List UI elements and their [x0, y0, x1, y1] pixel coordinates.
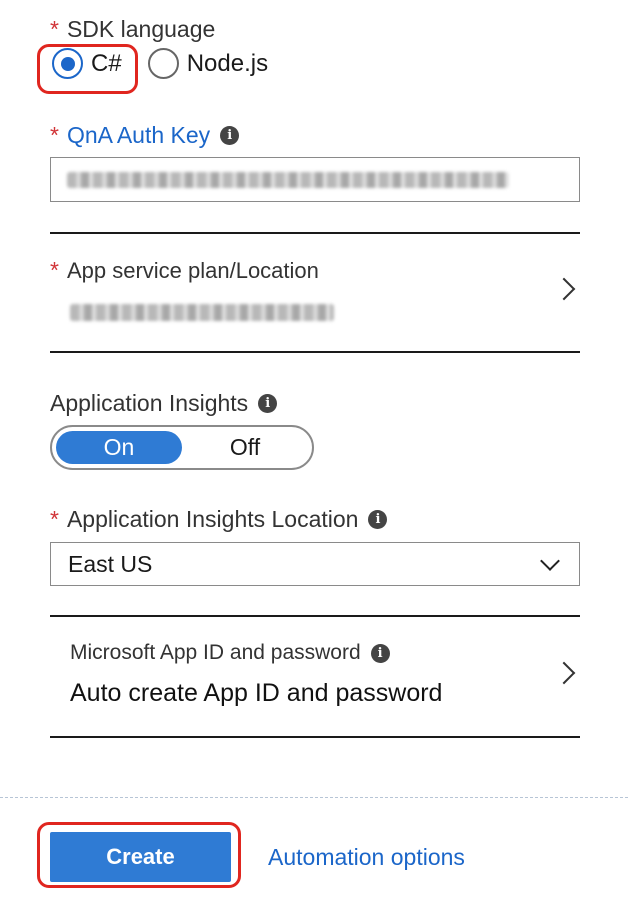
qna-auth-key-label-row: * QnA Auth Key i: [50, 122, 240, 149]
app-id-label: Microsoft App ID and password: [70, 641, 361, 664]
info-icon[interactable]: i: [258, 394, 278, 413]
radio-circle-csharp[interactable]: [52, 48, 83, 79]
radio-csharp[interactable]: C#: [52, 48, 122, 79]
insights-location-select[interactable]: East US: [50, 542, 580, 586]
chevron-right-icon: [552, 277, 576, 301]
sdk-language-label-row: * SDK language: [50, 16, 215, 43]
radio-selected-dot: [60, 56, 75, 71]
application-insights-toggle[interactable]: On Off: [50, 425, 314, 470]
app-id-label-row: Microsoft App ID and password i: [70, 641, 390, 665]
bot-create-form: * SDK language C# Node.js * QnA Auth Key…: [0, 0, 628, 912]
app-service-plan-label: App service plan/Location: [66, 257, 319, 283]
section-divider: [50, 736, 580, 738]
required-asterisk: *: [50, 506, 59, 532]
redacted-value: [67, 171, 509, 188]
toggle-off[interactable]: Off: [182, 431, 308, 464]
chevron-right-icon: [552, 661, 576, 685]
qna-auth-key-label: QnA Auth Key: [66, 122, 211, 148]
required-asterisk: *: [50, 257, 59, 283]
insights-location-value: East US: [68, 550, 153, 577]
radio-nodejs[interactable]: Node.js: [147, 48, 269, 79]
info-icon[interactable]: i: [370, 643, 390, 663]
app-service-plan-label-row: * App service plan/Location: [50, 257, 319, 284]
sdk-language-label: SDK language: [66, 16, 216, 42]
sdk-language-radio-group: C# Node.js: [38, 48, 268, 79]
info-icon[interactable]: i: [368, 510, 388, 529]
app-id-value: Auto create App ID and password: [70, 679, 443, 707]
radio-csharp-label: C#: [91, 49, 122, 77]
application-insights-label: Application Insights: [50, 390, 249, 416]
required-asterisk: *: [50, 122, 59, 148]
insights-location-label-row: * Application Insights Location i: [50, 506, 388, 533]
redacted-value: [70, 304, 334, 321]
radio-nodejs-label: Node.js: [186, 49, 269, 77]
insights-location-label: Application Insights Location: [66, 506, 359, 532]
section-divider: [50, 351, 580, 353]
toggle-on[interactable]: On: [56, 431, 182, 464]
info-icon[interactable]: i: [220, 126, 240, 145]
footer-divider: [0, 797, 628, 798]
app-service-plan-row[interactable]: * App service plan/Location: [50, 234, 580, 351]
application-insights-label-row: Application Insights i: [50, 390, 278, 417]
create-button[interactable]: Create: [50, 832, 231, 882]
qna-auth-key-input[interactable]: [50, 157, 580, 202]
automation-options-link[interactable]: Automation options: [268, 844, 465, 871]
app-id-row[interactable]: Microsoft App ID and password i Auto cre…: [50, 617, 580, 736]
radio-circle-nodejs[interactable]: [147, 48, 179, 79]
chevron-down-icon: [540, 551, 560, 571]
required-asterisk: *: [50, 16, 59, 42]
